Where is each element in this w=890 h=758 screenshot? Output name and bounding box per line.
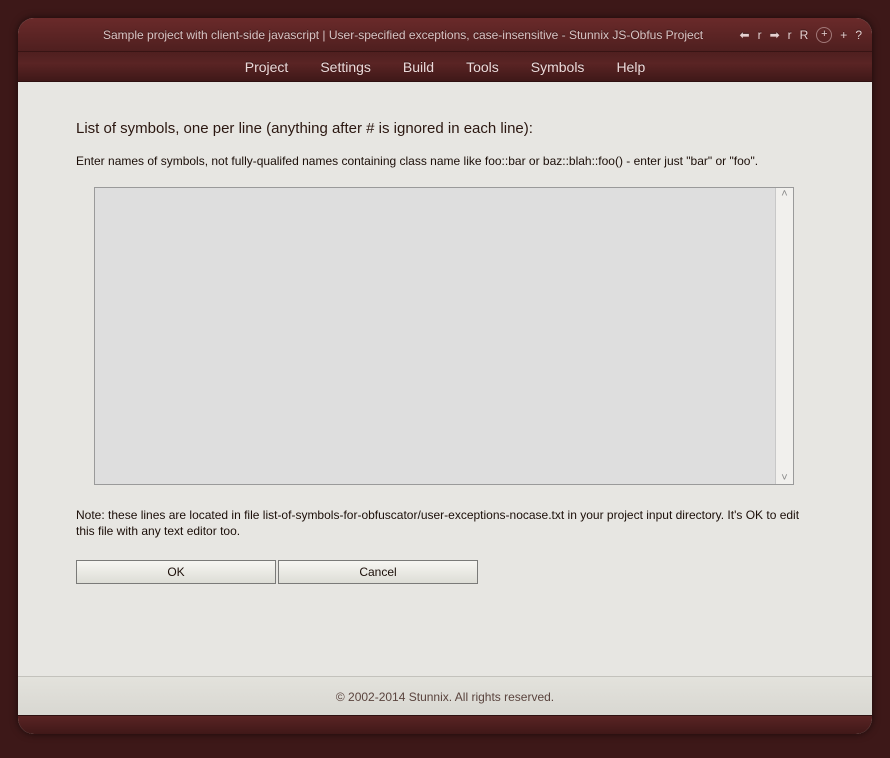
instructions-text: Enter names of symbols, not fully-qualif… <box>76 153 814 169</box>
note-text: Note: these lines are located in file li… <box>76 507 814 539</box>
help-icon[interactable]: ? <box>855 28 862 42</box>
title-bar: Sample project with client-side javascri… <box>18 18 872 52</box>
page-heading: List of symbols, one per line (anything … <box>76 120 814 137</box>
nav-back-icon[interactable]: ⬅ <box>740 28 750 42</box>
nav-forward-icon[interactable]: ➡ <box>770 28 780 42</box>
window-title: Sample project with client-side javascri… <box>103 28 703 42</box>
menu-settings[interactable]: Settings <box>304 53 387 81</box>
add-round-icon[interactable]: + <box>816 27 832 43</box>
title-toolbar: ⬅ r ➡ r R + + ? <box>740 27 863 43</box>
menu-project[interactable]: Project <box>229 53 305 81</box>
app-window: Sample project with client-side javascri… <box>18 18 872 734</box>
scrollbar[interactable]: ˄ ˅ <box>775 188 793 484</box>
ok-button[interactable]: OK <box>76 560 276 584</box>
footer: © 2002-2014 Stunnix. All rights reserved… <box>18 676 872 716</box>
menu-bar: Project Settings Build Tools Symbols Hel… <box>18 52 872 82</box>
menu-build[interactable]: Build <box>387 53 450 81</box>
reload-icon[interactable]: R <box>800 28 809 42</box>
nav-r2-icon[interactable]: r <box>788 28 792 42</box>
menu-help[interactable]: Help <box>600 53 661 81</box>
symbols-textarea-wrap: ˄ ˅ <box>94 187 794 485</box>
scroll-up-icon[interactable]: ˄ <box>781 188 787 200</box>
content-area: List of symbols, one per line (anything … <box>18 82 872 676</box>
menu-symbols[interactable]: Symbols <box>515 53 601 81</box>
scroll-down-icon[interactable]: ˅ <box>781 472 787 484</box>
button-row: OK Cancel <box>76 560 814 584</box>
add-icon[interactable]: + <box>840 28 847 42</box>
cancel-button[interactable]: Cancel <box>278 560 478 584</box>
footer-text: © 2002-2014 Stunnix. All rights reserved… <box>336 690 554 704</box>
menu-tools[interactable]: Tools <box>450 53 515 81</box>
symbols-textarea[interactable] <box>95 188 775 484</box>
nav-r1-icon[interactable]: r <box>758 28 762 42</box>
